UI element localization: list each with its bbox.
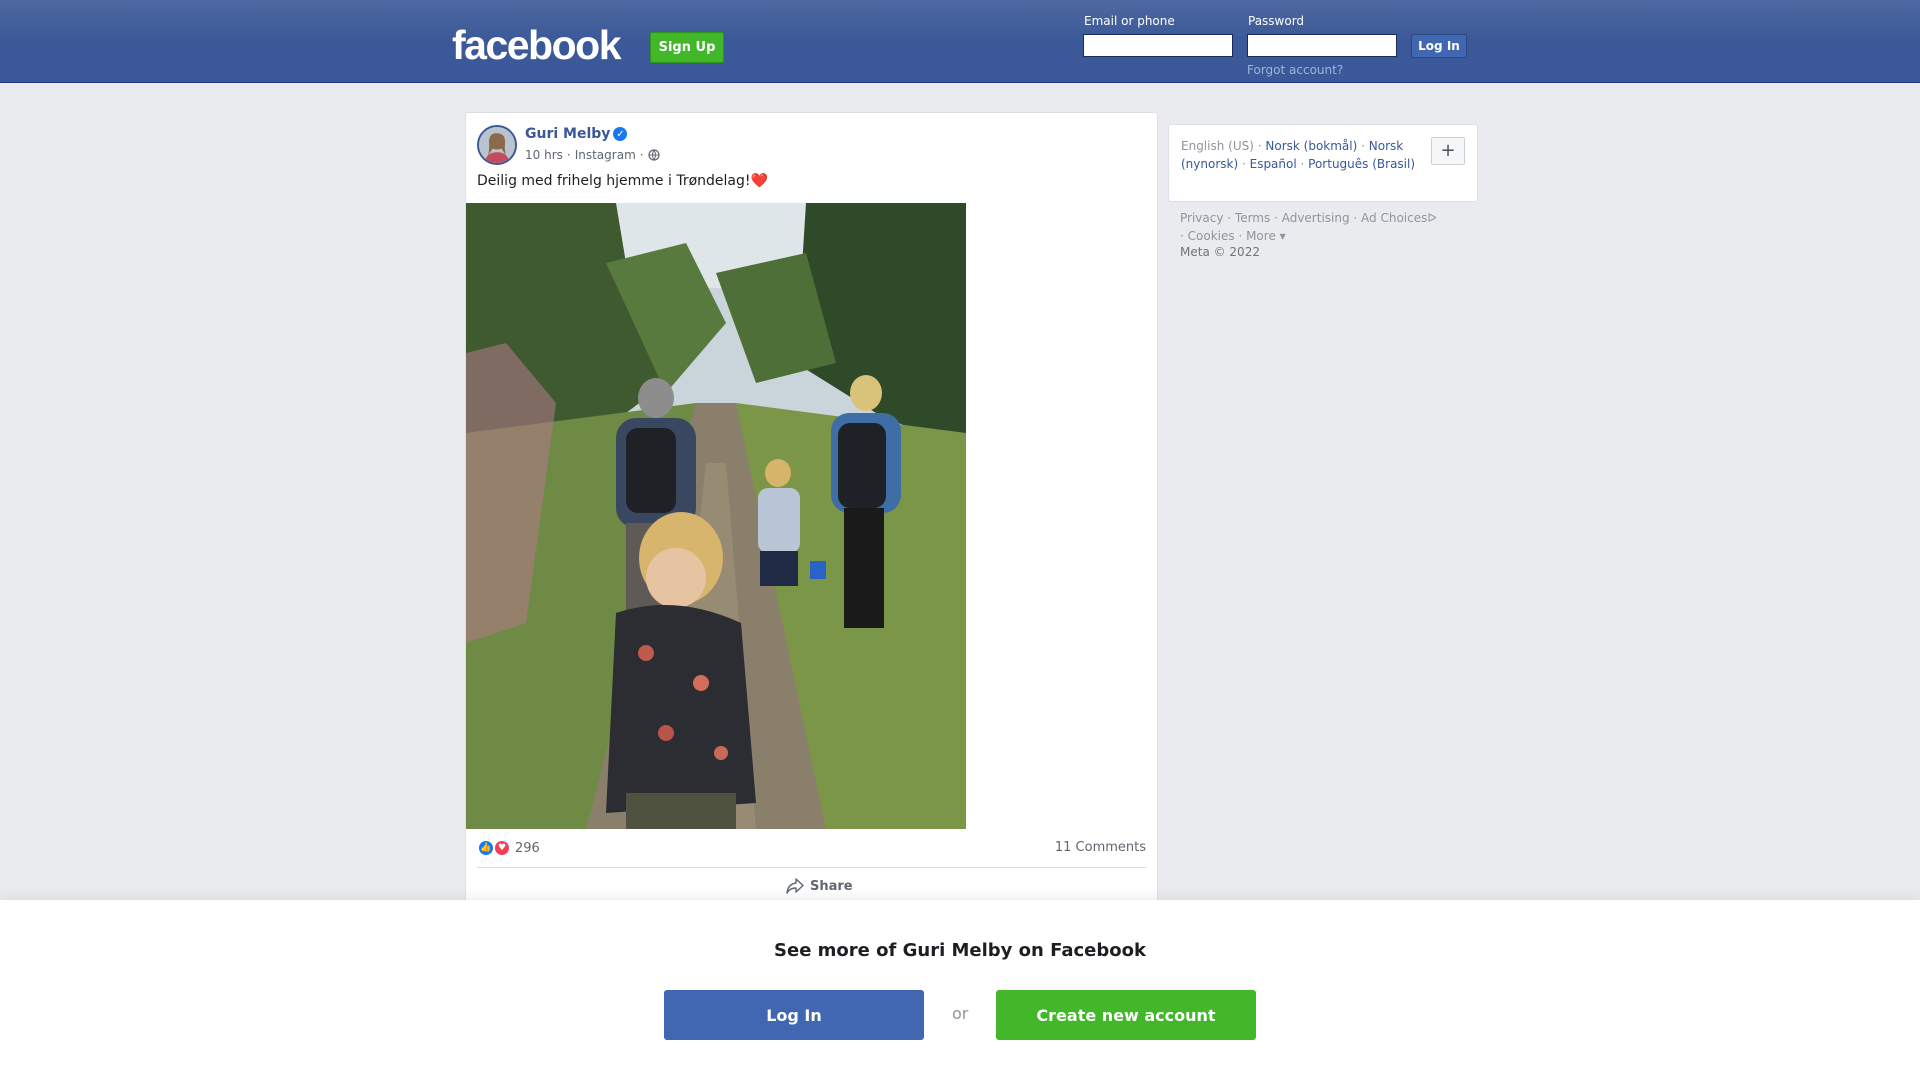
- post-meta: 10 hrs · Instagram ·: [525, 148, 660, 162]
- ad-choices-icon: ᐅ: [1427, 211, 1437, 225]
- post-text: Deilig med frihelg hjemme i Trøndelag!❤️: [477, 173, 768, 189]
- footer-link-more[interactable]: More: [1246, 229, 1276, 243]
- globe-icon: [647, 149, 660, 161]
- footer-links: Privacy · Terms · Advertising · Ad Choic…: [1180, 211, 1437, 243]
- top-navigation-bar: facebook Sign Up Email or phone Password…: [0, 0, 1920, 83]
- post-card: Guri Melby ✓ 10 hrs · Instagram · Deilig…: [465, 112, 1158, 912]
- reaction-summary[interactable]: 👍 ♥ 296: [477, 839, 540, 857]
- copyright: Meta © 2022: [1180, 245, 1260, 259]
- facebook-logo[interactable]: facebook: [452, 22, 622, 69]
- love-reaction-icon: ♥: [493, 839, 511, 857]
- comments-link[interactable]: 11 Comments: [1055, 840, 1146, 855]
- password-field[interactable]: [1247, 34, 1397, 57]
- header-login-button[interactable]: Log In: [1411, 34, 1467, 58]
- sign-up-button[interactable]: Sign Up: [650, 32, 724, 63]
- language-option-portugues[interactable]: Português (Brasil): [1308, 157, 1415, 171]
- post-author[interactable]: Guri Melby ✓: [525, 126, 628, 142]
- language-selector: English (US) · Norsk (bokmål) · Norsk (n…: [1168, 124, 1478, 202]
- add-language-button[interactable]: +: [1431, 137, 1465, 165]
- share-icon: [786, 878, 804, 894]
- author-name[interactable]: Guri Melby: [525, 126, 610, 142]
- share-label: Share: [810, 878, 853, 894]
- reaction-count: 296: [515, 840, 540, 856]
- current-language: English (US): [1181, 139, 1254, 153]
- or-separator: or: [952, 1004, 969, 1023]
- language-option-norsk-bokmal[interactable]: Norsk (bokmål): [1265, 139, 1357, 153]
- caret-down-icon: ▾: [1275, 229, 1286, 243]
- footer-link-ad-choices[interactable]: Ad Choices: [1361, 211, 1427, 225]
- verified-badge-icon: ✓: [613, 127, 628, 141]
- footer-link-advertising[interactable]: Advertising: [1282, 211, 1350, 225]
- footer-link-cookies[interactable]: Cookies: [1188, 229, 1235, 243]
- login-prompt-overlay: See more of Guri Melby on Facebook Log I…: [0, 900, 1920, 1080]
- forgot-account-link[interactable]: Forgot account?: [1247, 63, 1343, 77]
- footer-link-privacy[interactable]: Privacy: [1180, 211, 1223, 225]
- overlay-login-button[interactable]: Log In: [664, 990, 924, 1040]
- create-account-button[interactable]: Create new account: [996, 990, 1256, 1040]
- language-option-espanol[interactable]: Español: [1250, 157, 1297, 171]
- see-more-heading: See more of Guri Melby on Facebook: [774, 940, 1146, 961]
- post-source: Instagram: [574, 148, 636, 162]
- email-label: Email or phone: [1084, 14, 1175, 28]
- share-button[interactable]: Share: [786, 878, 853, 894]
- footer-link-terms[interactable]: Terms: [1235, 211, 1270, 225]
- divider: [477, 867, 1146, 868]
- avatar[interactable]: [477, 125, 517, 165]
- post-photo[interactable]: [466, 203, 966, 829]
- email-field[interactable]: [1083, 34, 1233, 57]
- password-label: Password: [1248, 14, 1305, 28]
- post-time[interactable]: 10 hrs: [525, 148, 563, 162]
